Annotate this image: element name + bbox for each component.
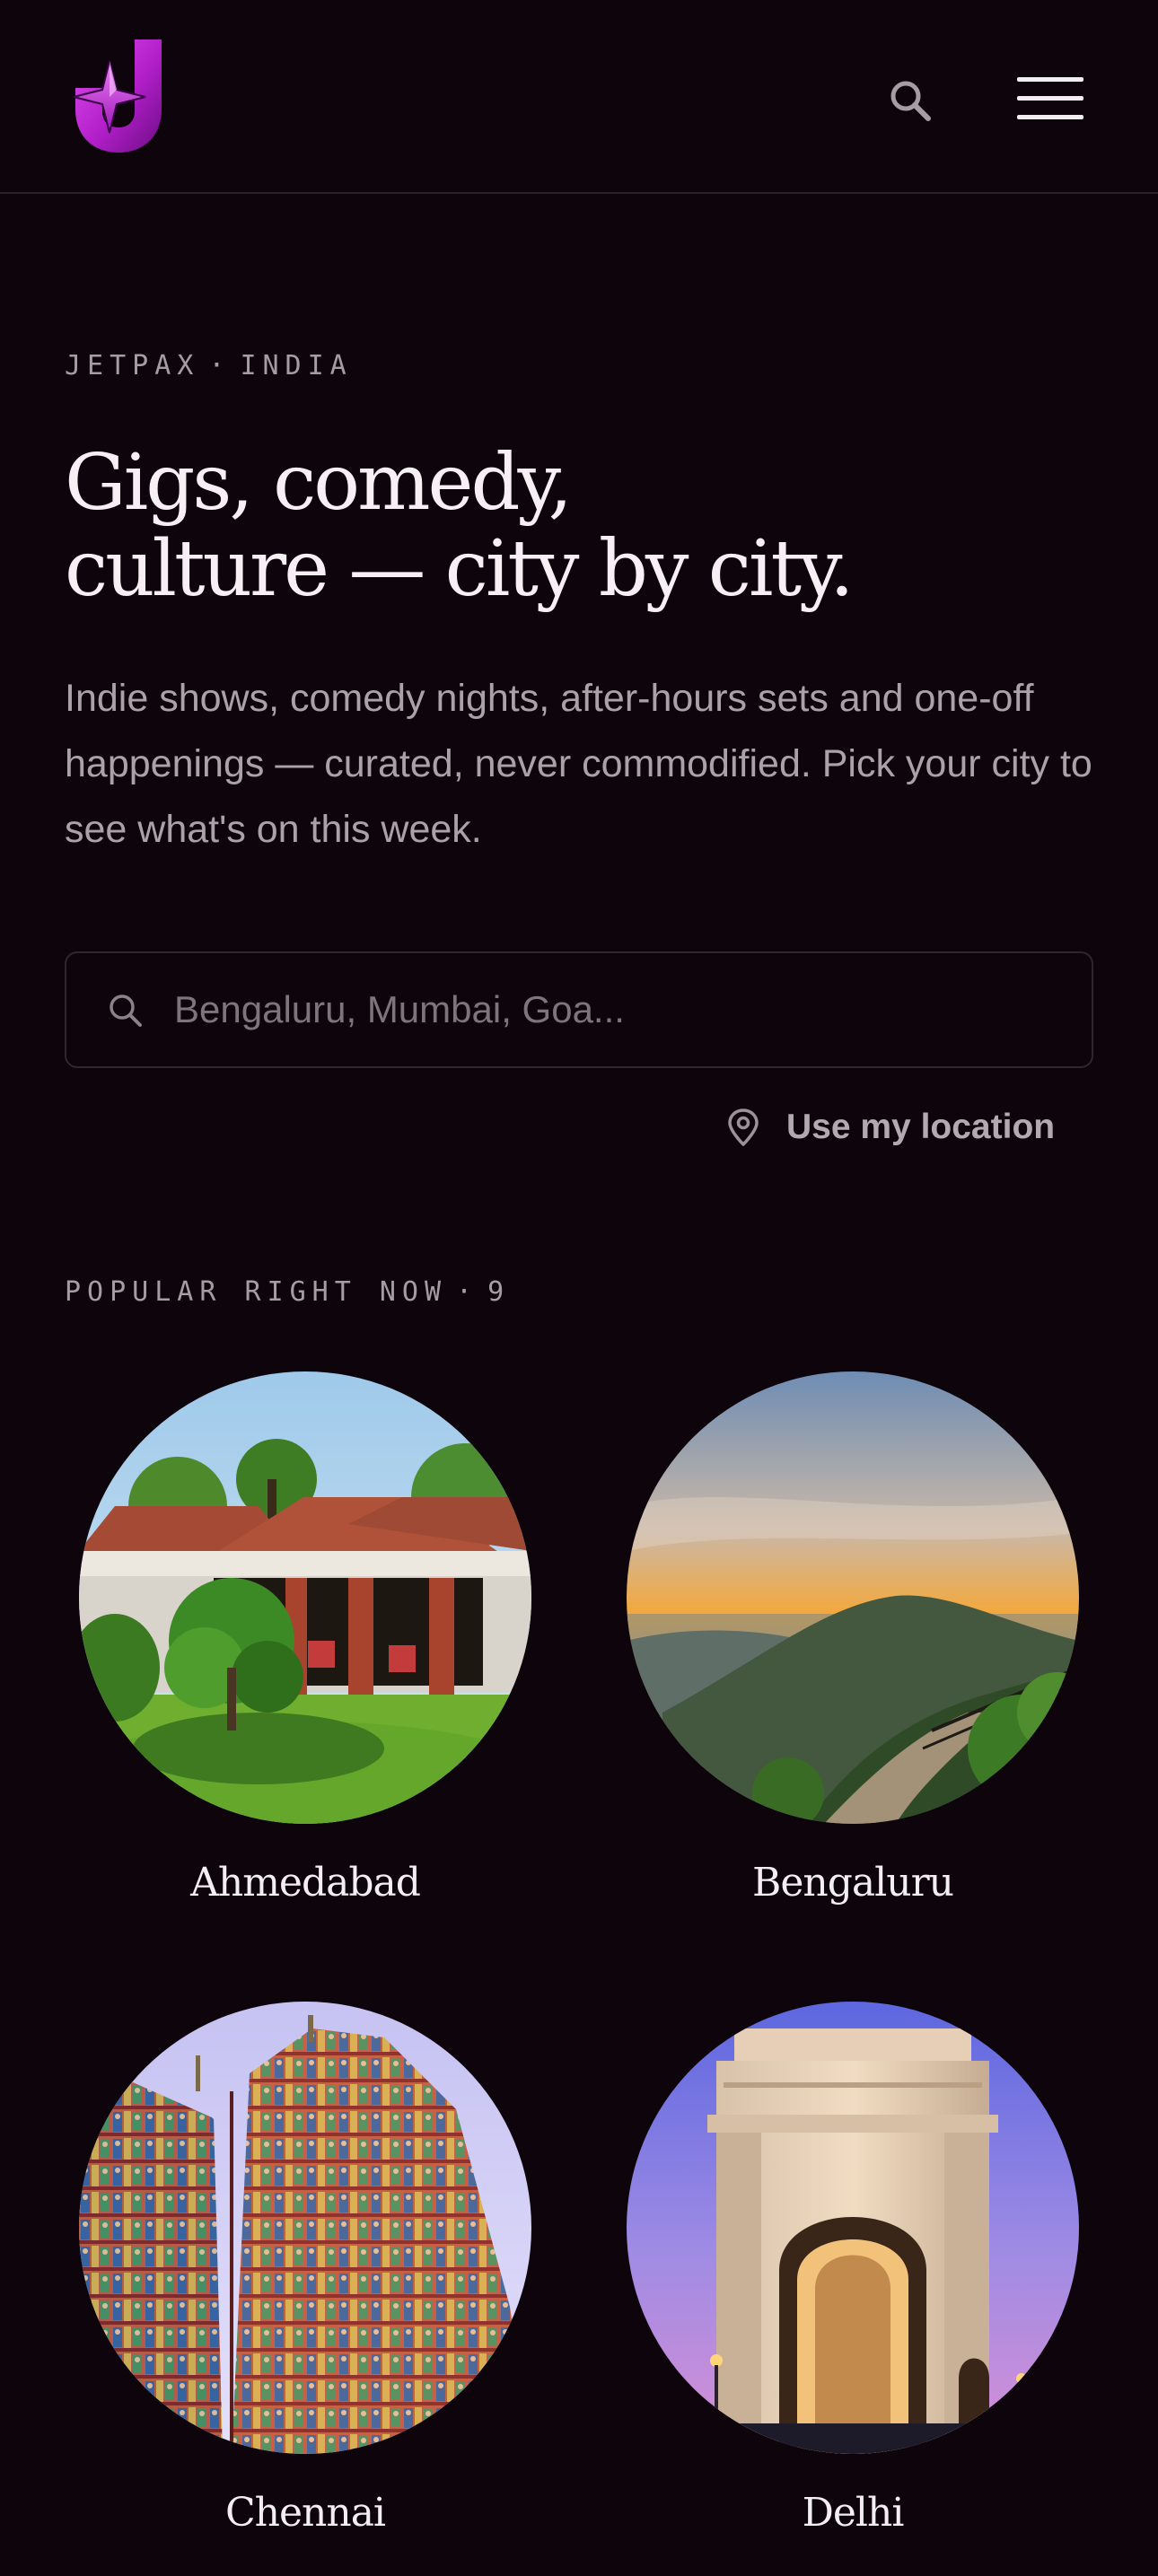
eyebrow-brand: JETPAX	[65, 350, 200, 381]
hero-subtitle: Indie shows, comedy nights, after-hours …	[65, 677, 1092, 851]
menu-button[interactable]	[1005, 63, 1095, 135]
search-icon	[890, 81, 931, 121]
popular-section-label: POPULAR RIGHT NOW · 9	[65, 1276, 510, 1308]
headline-line-2: culture — city by city.	[65, 524, 855, 614]
hero-eyebrow: JETPAX · INDIA	[65, 350, 353, 381]
header-search-button[interactable]	[878, 68, 943, 133]
location-pin-icon	[728, 1108, 759, 1146]
jetpax-logo-icon[interactable]	[72, 39, 163, 154]
popular-separator: ·	[456, 1276, 479, 1308]
temple-gopuram-photo	[79, 2002, 531, 2454]
city-name: Ahmedabad	[190, 1860, 421, 1906]
headline-line-1: Gigs, comedy,	[65, 438, 573, 528]
city-search-input[interactable]	[174, 953, 1072, 1066]
hill-sunset-photo	[627, 1371, 1079, 1824]
search-icon	[110, 994, 142, 1027]
city-card-delhi[interactable]: Delhi	[627, 2002, 1079, 2576]
city-name: Bengaluru	[752, 1860, 954, 1906]
use-my-location-button[interactable]: Use my location	[725, 1100, 1055, 1154]
city-search-field[interactable]	[65, 951, 1093, 1068]
city-card-bengaluru[interactable]: Bengaluru	[627, 1371, 1079, 1946]
city-name: Chennai	[224, 2490, 386, 2536]
site-header	[0, 0, 1158, 194]
popular-count: 9	[487, 1276, 511, 1308]
india-gate-photo	[627, 2002, 1079, 2454]
city-card-chennai[interactable]: Chennai	[79, 2002, 531, 2576]
hamburger-menu-icon	[1017, 77, 1083, 119]
city-name: Delhi	[802, 2490, 905, 2536]
popular-label: POPULAR RIGHT NOW	[65, 1276, 448, 1308]
garden-pavilion-photo	[79, 1371, 531, 1824]
hero-headline: Gigs, comedy, culture — city by city.	[65, 440, 1097, 612]
eyebrow-separator: ·	[208, 350, 232, 381]
eyebrow-region: INDIA	[240, 350, 353, 381]
city-card-ahmedabad[interactable]: Ahmedabad	[79, 1371, 531, 1946]
use-my-location-label: Use my location	[786, 1108, 1056, 1146]
